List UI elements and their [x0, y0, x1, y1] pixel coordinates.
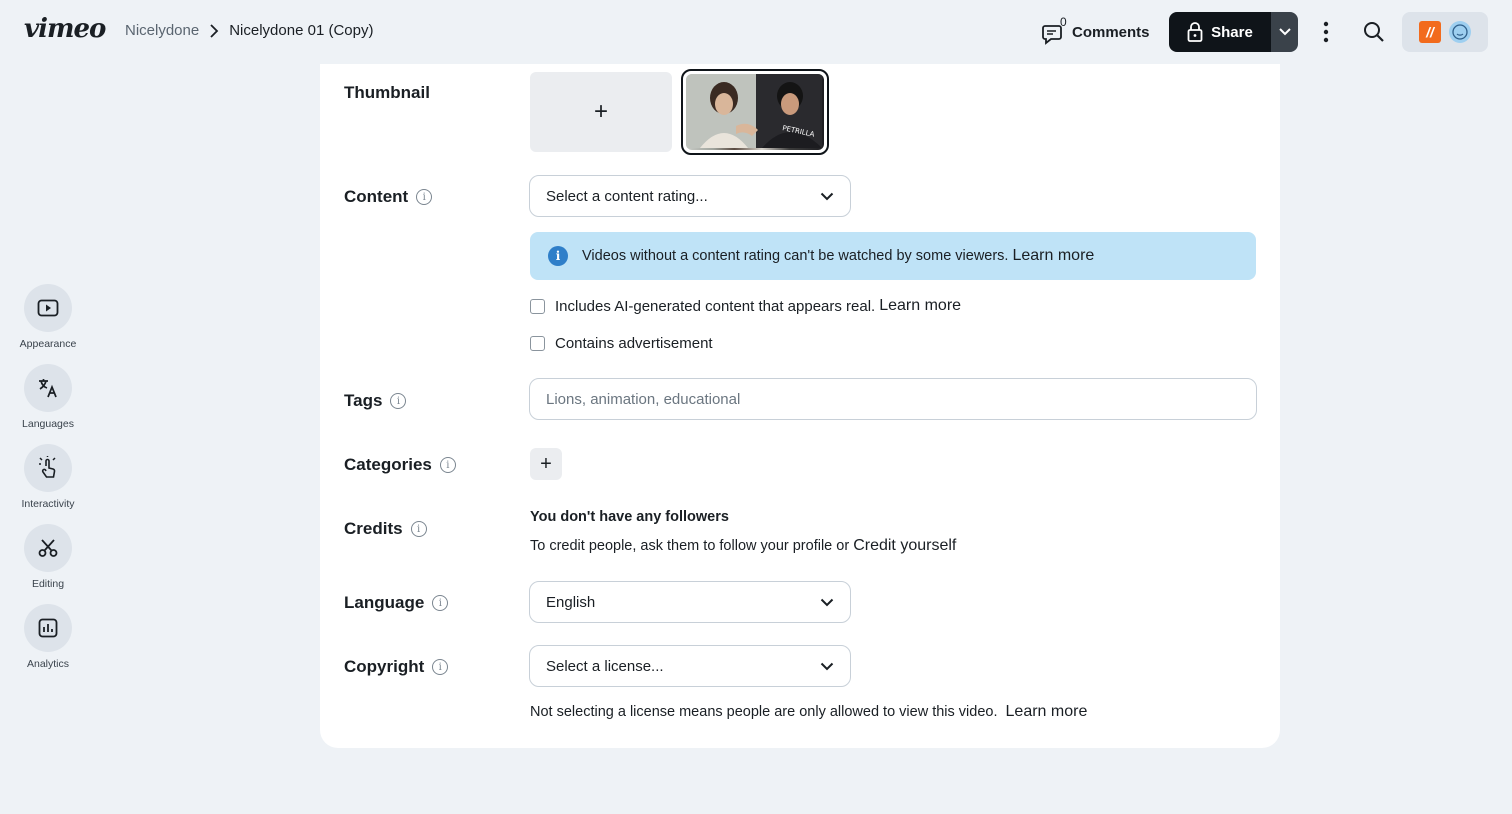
account-switcher[interactable]: // [1402, 12, 1488, 52]
rail-button[interactable] [24, 364, 72, 412]
translate-icon [39, 379, 57, 398]
license-note-text: Not selecting a license means people are… [530, 704, 998, 720]
thumbnail-label-text: Thumbnail [344, 83, 430, 102]
thumbnail-image: PETRILLA [686, 74, 824, 150]
lock-icon [1187, 22, 1203, 42]
rail-button[interactable] [24, 284, 72, 332]
rail-item-languages[interactable]: Languages [0, 364, 96, 434]
content-rating-info-banner: i Videos without a content rating can't … [530, 232, 1256, 280]
chevron-down-icon [820, 598, 834, 606]
copyright-label: Copyright i [344, 657, 449, 677]
info-icon[interactable]: i [439, 457, 456, 473]
language-label-text: Language [344, 593, 425, 612]
share-group: Share [1169, 12, 1298, 52]
tags-input[interactable]: Lions, animation, educational [529, 378, 1257, 420]
breadcrumb-parent[interactable]: Nicelydone [125, 22, 199, 39]
rail-button[interactable] [24, 444, 72, 492]
play-icon [37, 299, 59, 317]
credits-label: Credits i [344, 519, 427, 539]
content-rating-select[interactable]: Select a content rating... [529, 175, 851, 217]
top-header: vimeo Nicelydone Nicelydone 01 (Copy) 0 … [0, 0, 1512, 64]
comments-button[interactable]: 0 Comments [1042, 15, 1150, 48]
rail-label: Languages [22, 418, 74, 430]
copyright-label-text: Copyright [344, 657, 425, 676]
credits-text: To credit people, ask them to follow you… [530, 538, 850, 554]
info-icon[interactable]: i [416, 189, 433, 205]
chevron-down-icon [1278, 28, 1291, 36]
tap-gesture-icon [39, 456, 56, 478]
license-learn-more-link[interactable]: Learn more [1006, 703, 1088, 720]
comments-count: 0 [1060, 15, 1067, 29]
more-options-button[interactable] [1314, 18, 1338, 46]
info-icon[interactable]: i [432, 659, 449, 675]
selected-thumbnail[interactable]: PETRILLA [681, 69, 829, 155]
language-value: English [546, 593, 596, 611]
credit-yourself-link[interactable]: Credit yourself [853, 537, 956, 554]
breadcrumb: Nicelydone Nicelydone 01 (Copy) [125, 22, 373, 39]
language-label: Language i [344, 593, 449, 613]
advertisement-label: Contains advertisement [555, 335, 713, 352]
language-select[interactable]: English [529, 581, 851, 623]
license-value: Select a license... [546, 657, 664, 675]
content-rating-value: Select a content rating... [546, 187, 708, 205]
banner-text: Videos without a content rating can't be… [582, 248, 1009, 264]
add-category-button[interactable]: + [530, 448, 562, 480]
info-icon: i [548, 246, 568, 266]
ai-content-label: Includes AI-generated content that appea… [555, 297, 876, 315]
rail-button[interactable] [24, 604, 72, 652]
rail-button[interactable] [24, 524, 72, 572]
add-thumbnail-button[interactable]: + [530, 72, 672, 152]
categories-label: Categories i [344, 455, 456, 475]
search-icon [1364, 22, 1384, 42]
video-settings-card: Thumbnail + PETRILLA Content i Select a … [320, 64, 1280, 748]
advertisement-checkbox-row[interactable]: Contains advertisement [530, 335, 713, 352]
banner-learn-more-link[interactable]: Learn more [1012, 247, 1094, 265]
share-label: Share [1211, 23, 1253, 41]
license-select[interactable]: Select a license... [529, 645, 851, 687]
ai-content-checkbox[interactable] [530, 298, 545, 314]
info-icon[interactable]: i [432, 595, 449, 611]
ai-learn-more-link[interactable]: Learn more [879, 297, 961, 315]
chevron-right-icon [209, 23, 219, 38]
credits-title: You don't have any followers [530, 509, 729, 525]
comments-label: Comments [1072, 23, 1150, 41]
rail-label: Analytics [26, 658, 69, 670]
ai-content-checkbox-row[interactable]: Includes AI-generated content that appea… [530, 297, 961, 315]
tags-placeholder: Lions, animation, educational [546, 390, 741, 408]
content-label: Content i [344, 187, 433, 207]
rail-item-appearance[interactable]: Appearance [0, 284, 96, 354]
vimeo-logo[interactable]: vimeo [24, 14, 106, 44]
share-dropdown-button[interactable] [1271, 12, 1298, 52]
chevron-down-icon [820, 192, 834, 200]
tags-label-text: Tags [344, 391, 383, 410]
comment-icon: 0 [1042, 15, 1068, 45]
credits-label-text: Credits [344, 519, 403, 538]
rail-item-interactivity[interactable]: Interactivity [0, 444, 96, 514]
tags-label: Tags i [344, 391, 407, 411]
rail-label: Interactivity [21, 498, 75, 510]
advertisement-checkbox[interactable] [530, 336, 545, 351]
scissors-icon [38, 539, 58, 557]
breadcrumb-current: Nicelydone 01 (Copy) [229, 22, 374, 39]
license-note: Not selecting a license means people are… [530, 703, 1087, 721]
rail-label: Editing [31, 578, 65, 590]
content-label-text: Content [344, 187, 409, 206]
categories-label-text: Categories [344, 455, 432, 474]
team-logo-icon: // [1419, 21, 1441, 43]
rail-item-analytics[interactable]: Analytics [0, 604, 96, 674]
thumbnail-label: Thumbnail [344, 83, 430, 103]
info-icon[interactable]: i [410, 521, 427, 537]
credits-description: To credit people, ask them to follow you… [530, 537, 956, 555]
avatar [1449, 21, 1471, 43]
kebab-menu-icon [1323, 21, 1329, 43]
chevron-down-icon [820, 662, 834, 670]
analytics-chart-icon [38, 618, 58, 638]
rail-item-editing[interactable]: Editing [0, 524, 96, 594]
info-icon[interactable]: i [390, 393, 407, 409]
rail-label: Appearance [19, 338, 77, 350]
share-button[interactable]: Share [1169, 12, 1271, 52]
search-button[interactable] [1361, 19, 1387, 45]
